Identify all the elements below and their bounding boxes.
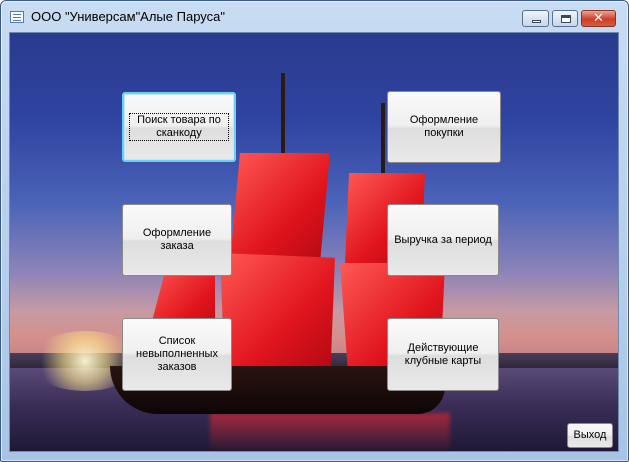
- close-icon: ✕: [593, 11, 604, 26]
- button-label: Список невыполненных заказов: [136, 335, 218, 373]
- title-bar[interactable]: ООО "Универсам"Алые Паруса" ✕: [1, 1, 628, 33]
- form-client-area: Поиск товара по сканкоду Оформление поку…: [9, 32, 619, 452]
- checkout-button[interactable]: Оформление покупки: [387, 91, 501, 163]
- search-by-barcode-button[interactable]: Поиск товара по сканкоду: [122, 92, 236, 162]
- app-window: ООО "Универсам"Алые Паруса" ✕ Поиск това…: [0, 0, 629, 462]
- club-cards-button[interactable]: Действующие клубные карты: [387, 318, 499, 391]
- minimize-button[interactable]: [522, 10, 549, 27]
- background-photo: [10, 33, 618, 451]
- create-order-button[interactable]: Оформление заказа: [122, 204, 232, 276]
- exit-button[interactable]: Выход: [567, 423, 613, 448]
- button-label: Оформление покупки: [409, 114, 479, 139]
- form-icon[interactable]: [10, 11, 24, 23]
- close-button[interactable]: ✕: [581, 10, 616, 27]
- pending-orders-button[interactable]: Список невыполненных заказов: [122, 318, 232, 391]
- minimize-icon: [532, 20, 541, 23]
- button-label: Оформление заказа: [142, 227, 212, 252]
- red-sail: [220, 253, 335, 373]
- button-label: Выручка за период: [394, 233, 492, 246]
- revenue-period-button[interactable]: Выручка за период: [387, 204, 499, 276]
- sail-reflection: [210, 413, 450, 451]
- button-label: Выход: [573, 429, 607, 441]
- button-label: Поиск товара по сканкоду: [129, 113, 229, 141]
- window-title: ООО "Универсам"Алые Паруса": [31, 9, 225, 24]
- maximize-button[interactable]: [552, 10, 578, 27]
- maximize-icon: [561, 15, 571, 23]
- button-label: Действующие клубные карты: [404, 341, 482, 367]
- red-sail: [230, 153, 330, 263]
